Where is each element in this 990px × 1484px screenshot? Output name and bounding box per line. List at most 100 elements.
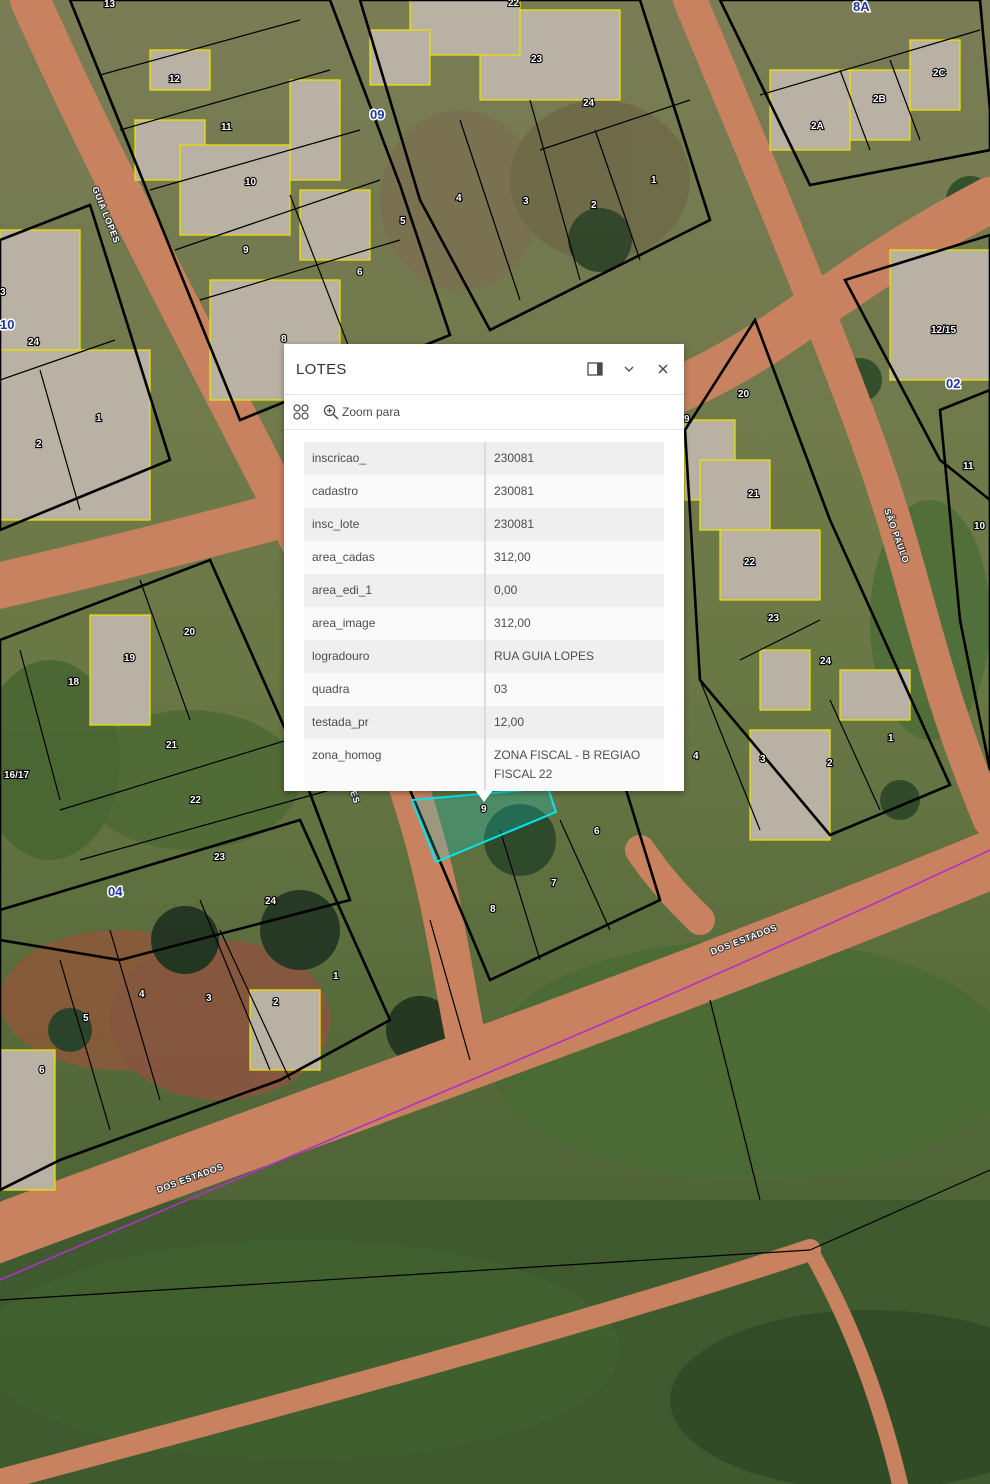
attribute-row: insc_lote 230081 [304,508,664,541]
close-button[interactable] [646,352,680,386]
lot-label: 4 [139,989,145,1000]
lot-label: 18 [68,677,80,688]
lot-label: 24 [265,896,277,907]
lot-label: 3 [0,287,6,298]
lot-label: 1 [888,733,894,744]
dock-button[interactable] [578,352,612,386]
attribute-key: quadra [304,673,486,706]
lot-label: 9 [481,804,487,815]
lot-label: 6 [357,267,363,278]
lot-label: 22 [190,795,202,806]
attribute-row: testada_pr 12,00 [304,706,664,739]
attribute-row: area_cadas 312,00 [304,541,664,574]
lot-label: 3 [760,754,766,765]
popup-title: LOTES [296,360,347,378]
attribute-row: zona_homog ZONA FISCAL - B REGIAO FISCAL … [304,739,664,791]
attribute-table-container: inscricao_ 230081 cadastro 230081 insc_lote 2… [304,442,664,791]
attribute-row: area_image 312,00 [304,607,664,640]
lot-label: 6 [39,1065,45,1076]
lot-label: 7 [551,878,557,889]
lot-label: 11 [221,122,232,133]
lot-label: 5 [400,216,406,227]
lot-label: 1 [96,413,102,424]
lot-label: 2B [873,94,886,105]
lot-label: 23 [531,54,543,65]
lot-label: 4 [693,751,699,762]
attribute-value: 312,00 [485,607,664,640]
attribute-value: 0,00 [485,574,664,607]
attribute-table: inscricao_ 230081 cadastro 230081 insc_lote 2… [304,442,664,791]
attribute-row: quadra 03 [304,673,664,706]
attribute-key: inscricao_ [304,442,486,475]
popup-pointer [475,790,493,802]
actions-menu-button[interactable] [292,403,313,421]
attribute-key: zona_homog [304,739,486,791]
lot-label: 23 [768,613,780,624]
attribute-key: area_cadas [304,541,486,574]
attribute-value: 12,00 [485,706,664,739]
attribute-value: 230081 [485,508,664,541]
lot-label: 6 [594,826,600,837]
chevron-down-icon [624,366,634,372]
lot-label: 3 [523,196,529,207]
lot-label: 12 [169,74,181,85]
actions-grid-icon [293,404,309,420]
lot-label: 11 [963,461,974,472]
attribute-value: 230081 [485,442,664,475]
attribute-value: 230081 [485,475,664,508]
zoom-to-button[interactable]: Zoom para [323,404,400,420]
attribute-row: area_edi_1 0,00 [304,574,664,607]
lot-label: 10 [245,177,257,188]
attribute-key: testada_pr [304,706,486,739]
lot-label: 12/15 [931,325,956,336]
collapse-button[interactable] [612,352,646,386]
lot-label: 19 [124,653,136,664]
quadra-label: 10 [0,317,14,332]
lot-label: 21 [166,740,178,751]
lot-label: 24 [28,337,40,348]
lot-label: 16/17 [4,770,29,781]
close-icon [658,364,668,374]
lot-label: 2 [273,997,279,1008]
quadra-label: 04 [108,884,123,899]
lot-label: 13 [104,0,116,10]
attribute-value: RUA GUIA LOPES [485,640,664,673]
lot-label: 2 [827,758,833,769]
attribute-key: logradouro [304,640,486,673]
lot-label: 2A [811,121,824,132]
attribute-row: inscricao_ 230081 [304,442,664,475]
attribute-value: 03 [485,673,664,706]
lot-label: 3 [206,993,212,1004]
attribute-key: insc_lote [304,508,486,541]
lot-label: 10 [974,521,986,532]
attribute-value: 312,00 [485,541,664,574]
dock-icon [587,362,603,376]
lot-label: 22 [744,557,756,568]
attribute-key: area_image [304,607,486,640]
attribute-key: area_edi_1 [304,574,486,607]
lot-label: 20 [184,627,196,638]
quadra-label: 02 [946,376,960,391]
lot-label: 21 [748,489,760,500]
attribute-row: cadastro 230081 [304,475,664,508]
lot-label: 20 [738,389,750,400]
lot-label: 2 [591,200,597,211]
lot-label: 2C [933,68,946,79]
attribute-key: cadastro [304,475,486,508]
lot-label: 5 [83,1013,89,1024]
lot-label: 2 [36,439,42,450]
lot-label: 9 [243,245,249,256]
lot-label: 1 [651,175,657,186]
lot-label: 22 [508,0,520,9]
zoom-in-icon [323,404,339,420]
quadra-label: 8A [853,0,870,14]
zoom-to-label: Zoom para [342,405,401,419]
lot-label: 23 [214,852,226,863]
feature-popup: LOTES Zoom para inscricao_ 230081 cadast… [284,344,684,791]
attribute-value: ZONA FISCAL - B REGIAO FISCAL 22 [485,739,664,791]
lot-label: 8 [490,904,496,915]
lot-label: 1 [333,971,339,982]
lot-label: 24 [583,98,595,109]
lot-label: 4 [456,193,462,204]
popup-header: LOTES [284,344,684,395]
